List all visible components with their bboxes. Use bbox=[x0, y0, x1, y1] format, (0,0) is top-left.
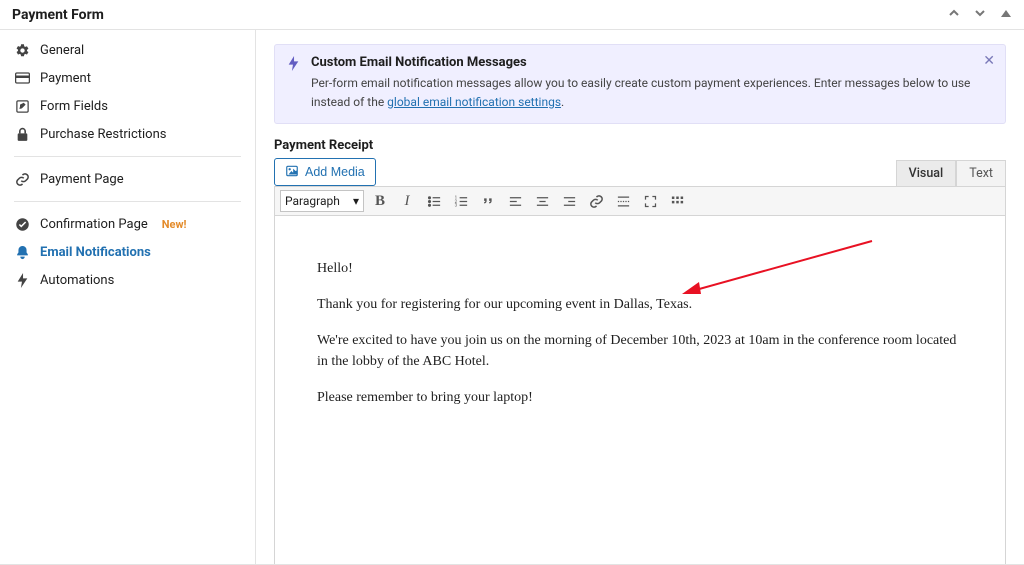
read-more-button[interactable] bbox=[612, 190, 634, 212]
notice-title: Custom Email Notification Messages bbox=[311, 55, 975, 70]
notice-body: Per-form email notification messages all… bbox=[311, 74, 975, 111]
chevron-down-icon: ▾ bbox=[353, 194, 359, 208]
bolt-icon bbox=[14, 272, 30, 288]
numbered-list-button[interactable]: 123 bbox=[450, 190, 472, 212]
sidebar-item-label: Form Fields bbox=[40, 99, 108, 114]
global-settings-link[interactable]: global email notification settings bbox=[387, 95, 561, 109]
sidebar-item-label: General bbox=[40, 43, 84, 58]
editor-paragraph: Thank you for registering for our upcomi… bbox=[317, 294, 963, 316]
link-icon bbox=[14, 171, 30, 187]
sidebar-item-confirmation-page[interactable]: Confirmation Page New! bbox=[0, 210, 255, 238]
field-label: Payment Receipt bbox=[274, 138, 1006, 153]
sidebar-item-label: Automations bbox=[40, 273, 114, 288]
paragraph-select-label: Paragraph bbox=[285, 194, 340, 208]
sidebar-item-label: Payment Page bbox=[40, 172, 124, 187]
sidebar-item-automations[interactable]: Automations bbox=[0, 266, 255, 294]
svg-text:3: 3 bbox=[454, 203, 457, 208]
bullet-list-button[interactable] bbox=[423, 190, 445, 212]
editor-mode-tabs: Visual Text bbox=[896, 160, 1006, 186]
panel-title: Payment Form bbox=[12, 7, 104, 23]
editor-toolbar: Paragraph ▾ B I 123 bbox=[274, 186, 1006, 216]
sidebar-item-payment-page[interactable]: Payment Page bbox=[0, 165, 255, 193]
italic-button[interactable]: I bbox=[396, 190, 418, 212]
editor-paragraph: Please remember to bring your laptop! bbox=[317, 387, 963, 409]
notice-text: . bbox=[561, 95, 564, 109]
panel-header: Payment Form bbox=[0, 0, 1024, 30]
media-icon bbox=[285, 164, 299, 181]
sidebar-item-email-notifications[interactable]: Email Notifications bbox=[0, 238, 255, 266]
paragraph-format-select[interactable]: Paragraph ▾ bbox=[280, 190, 364, 212]
check-circle-icon bbox=[14, 216, 30, 232]
main-content: ✕ Custom Email Notification Messages Per… bbox=[256, 30, 1024, 564]
sidebar-item-label: Confirmation Page bbox=[40, 217, 148, 232]
info-notice: ✕ Custom Email Notification Messages Per… bbox=[274, 44, 1006, 124]
blockquote-button[interactable] bbox=[477, 190, 499, 212]
bolt-icon bbox=[287, 56, 300, 75]
panel-toggle-icon[interactable] bbox=[1000, 7, 1012, 23]
sidebar-separator bbox=[14, 156, 241, 157]
toolbar-toggle-button[interactable] bbox=[666, 190, 688, 212]
sidebar-item-form-fields[interactable]: Form Fields bbox=[0, 92, 255, 120]
align-right-button[interactable] bbox=[558, 190, 580, 212]
gear-icon bbox=[14, 42, 30, 58]
editor-paragraph: Hello! bbox=[317, 258, 963, 280]
sidebar-item-label: Purchase Restrictions bbox=[40, 127, 166, 142]
sidebar-item-label: Email Notifications bbox=[40, 245, 151, 260]
bell-icon bbox=[14, 244, 30, 260]
card-icon bbox=[14, 70, 30, 86]
new-badge: New! bbox=[162, 218, 187, 231]
tab-visual[interactable]: Visual bbox=[896, 160, 957, 186]
sidebar-item-payment[interactable]: Payment bbox=[0, 64, 255, 92]
tab-text[interactable]: Text bbox=[956, 160, 1006, 186]
collapse-up-icon[interactable] bbox=[948, 7, 960, 23]
lock-icon bbox=[14, 126, 30, 142]
collapse-down-icon[interactable] bbox=[974, 7, 986, 23]
close-icon[interactable]: ✕ bbox=[983, 53, 995, 69]
link-button[interactable] bbox=[585, 190, 607, 212]
sidebar-item-general[interactable]: General bbox=[0, 36, 255, 64]
add-media-label: Add Media bbox=[305, 165, 365, 179]
sidebar-item-purchase-restrictions[interactable]: Purchase Restrictions bbox=[0, 120, 255, 148]
add-media-button[interactable]: Add Media bbox=[274, 158, 376, 186]
editor-paragraph: We're excited to have you join us on the… bbox=[317, 330, 963, 373]
editor-content[interactable]: Hello! Thank you for registering for our… bbox=[274, 216, 1006, 564]
fullscreen-button[interactable] bbox=[639, 190, 661, 212]
sidebar-separator bbox=[14, 201, 241, 202]
bold-button[interactable]: B bbox=[369, 190, 391, 212]
align-left-button[interactable] bbox=[504, 190, 526, 212]
sidebar-item-label: Payment bbox=[40, 71, 91, 86]
sidebar: General Payment Form Fields Purchase Res… bbox=[0, 30, 256, 564]
edit-form-icon bbox=[14, 98, 30, 114]
align-center-button[interactable] bbox=[531, 190, 553, 212]
